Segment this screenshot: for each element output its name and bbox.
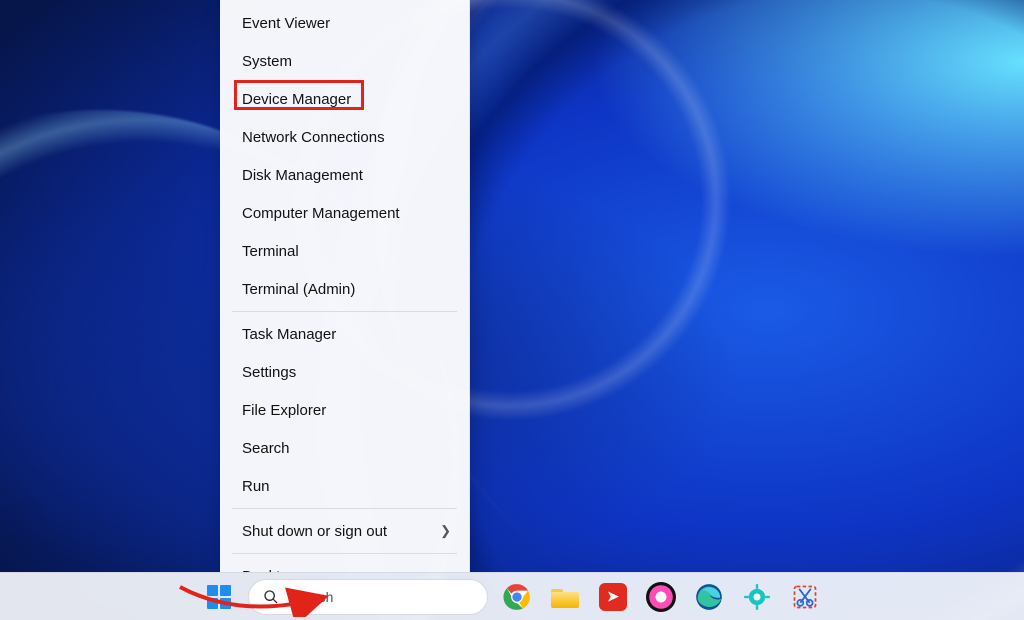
menu-item-terminal[interactable]: Terminal (220, 232, 469, 270)
menu-label: System (242, 53, 292, 70)
taskbar: Search ➤ (0, 572, 1024, 620)
menu-item-run[interactable]: Run (220, 467, 469, 505)
search-icon (263, 589, 279, 605)
menu-item-event-viewer[interactable]: Event Viewer (220, 4, 469, 42)
gear-teal-icon (743, 583, 771, 611)
app-red-icon: ➤ (599, 583, 627, 611)
snipping-tool-icon (791, 583, 819, 611)
taskbar-app-red[interactable]: ➤ (594, 578, 632, 616)
menu-label: Network Connections (242, 129, 385, 146)
disc-icon (646, 582, 676, 612)
menu-label: Terminal (Admin) (242, 281, 355, 298)
menu-label: Terminal (242, 243, 299, 260)
taskbar-search[interactable]: Search (248, 579, 488, 615)
menu-label: Shut down or sign out (242, 523, 387, 540)
menu-item-settings[interactable]: Settings (220, 353, 469, 391)
windows-logo-icon (207, 585, 231, 609)
taskbar-app-teal[interactable] (738, 578, 776, 616)
menu-label: Run (242, 478, 270, 495)
taskbar-edge[interactable] (690, 578, 728, 616)
menu-label: Settings (242, 364, 296, 381)
menu-item-device-manager[interactable]: Device Manager (220, 80, 469, 118)
menu-item-task-manager[interactable]: Task Manager (220, 315, 469, 353)
menu-item-file-explorer[interactable]: File Explorer (220, 391, 469, 429)
taskbar-file-explorer[interactable] (546, 578, 584, 616)
power-user-menu[interactable]: Event Viewer System Device Manager Netwo… (220, 0, 470, 572)
menu-label: File Explorer (242, 402, 326, 419)
search-placeholder: Search (289, 589, 333, 605)
menu-item-system[interactable]: System (220, 42, 469, 80)
menu-label: Task Manager (242, 326, 336, 343)
menu-separator (232, 553, 457, 554)
menu-separator (232, 311, 457, 312)
taskbar-chrome[interactable] (498, 578, 536, 616)
chrome-icon (503, 583, 531, 611)
menu-item-search[interactable]: Search (220, 429, 469, 467)
menu-label: Event Viewer (242, 15, 330, 32)
edge-icon (695, 583, 723, 611)
menu-item-shut-down[interactable]: Shut down or sign out ❯ (220, 512, 469, 550)
menu-item-network-connections[interactable]: Network Connections (220, 118, 469, 156)
menu-label: Device Manager (242, 91, 351, 108)
menu-item-terminal-admin[interactable]: Terminal (Admin) (220, 270, 469, 308)
folder-icon (551, 586, 579, 608)
menu-item-computer-management[interactable]: Computer Management (220, 194, 469, 232)
menu-label: Search (242, 440, 290, 457)
menu-separator (232, 508, 457, 509)
menu-label: Disk Management (242, 167, 363, 184)
menu-item-disk-management[interactable]: Disk Management (220, 156, 469, 194)
taskbar-app-disc[interactable] (642, 578, 680, 616)
chevron-right-icon: ❯ (440, 523, 451, 539)
menu-label: Computer Management (242, 205, 400, 222)
start-button[interactable] (200, 578, 238, 616)
taskbar-snipping-tool[interactable] (786, 578, 824, 616)
